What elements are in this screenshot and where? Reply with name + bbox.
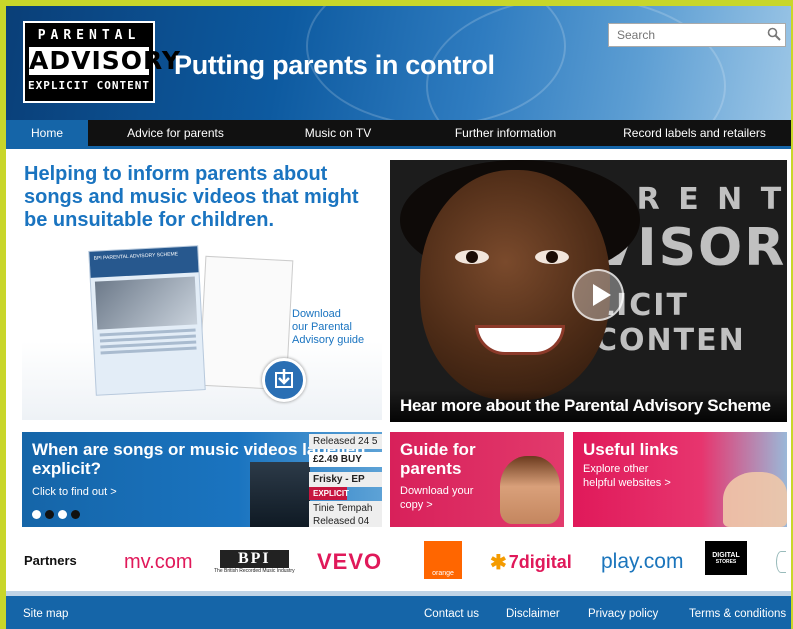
search-box[interactable] [608,23,786,47]
carousel-dots[interactable] [32,510,80,519]
carousel-dot[interactable] [32,510,41,519]
logo-line-3: EXPLICIT CONTENT [28,79,150,92]
promo-cta[interactable]: Click to find out > [32,486,117,498]
logo-line-1: PARENTAL [37,28,141,43]
artist-photo [250,462,310,527]
nav-record-labels[interactable]: Record labels and retailers [598,120,791,146]
nav-further-information[interactable]: Further information [413,120,598,146]
hero-title: Helping to inform parents about songs an… [24,163,359,231]
partner-logo-text: BPI [219,550,289,568]
partner-logo-playcom[interactable]: play.com [601,543,683,581]
nav-home[interactable]: Home [6,120,88,146]
site-header: PARENTAL ADVISORY EXPLICIT CONTENT Putti… [6,6,791,120]
partner-logo-text: play.com [601,550,684,573]
guide-cover-header: BPI PARENTAL ADVISORY SCHEME [89,246,199,278]
site-footer: Site map Contact us Disclaimer Privacy p… [6,596,791,629]
logo-line-2: ADVISORY [29,46,181,75]
download-guide-link[interactable]: Download our Parental Advisory guide [292,308,364,347]
promo-line-2[interactable]: copy > [400,498,433,512]
video-caption[interactable]: Hear more about the Parental Advisory Sc… [390,390,787,422]
nav-music-on-tv[interactable]: Music on TV [263,120,413,146]
nav-underline [6,146,791,149]
partner-logo-subtext: The British Recorded Music Industry [214,568,295,574]
carousel-dot[interactable] [45,510,54,519]
promo-line-1: Explore other [583,463,649,475]
partner-logo-text: DIGITAL [712,551,740,559]
download-line-2: our Parental [292,321,352,333]
video-backdrop-line-3: LICIT CONTEN [595,288,746,358]
partner-logo-digital-stores[interactable]: DIGITAL STORES [705,541,747,575]
price-buy-button: £2.49 BUY [309,452,382,467]
footer-link-disclaimer[interactable]: Disclaimer [506,608,560,620]
partner-logo-text: 7digital [508,551,572,572]
carousel-dot[interactable] [71,510,80,519]
guide-cover-photo [94,276,198,330]
7digital-mark-icon: ✱ [490,551,507,574]
guide-cover-image: BPI PARENTAL ADVISORY SCHEME [88,245,206,396]
download-button[interactable] [262,358,306,402]
footer-link-contact-us[interactable]: Contact us [424,608,479,620]
explicit-badge: EXPLICIT [309,487,349,500]
track-title: Frisky - EP [309,472,382,487]
partner-logo-bpi[interactable]: BPI The British Recorded Music Industry [214,543,295,581]
partner-logo-mvcom[interactable]: mv.com [124,543,193,581]
promo-line-2[interactable]: helpful websites > [583,476,671,490]
person-eye [535,250,569,264]
partner-logo-subtext: STORES [715,558,737,565]
promo-title: Guide for parents [400,440,476,478]
partner-logo-partial[interactable] [776,543,786,581]
footer-link-privacy-policy[interactable]: Privacy policy [588,608,658,620]
main-nav: Home Advice for parents Music on TV Furt… [6,120,791,146]
child-photo [500,456,560,524]
video-player[interactable]: A R E N T A VISOR LICIT CONTEN Hear more… [390,160,787,422]
download-line-1: Download [292,308,341,320]
search-icon[interactable] [767,27,781,41]
footer-link-site-map[interactable]: Site map [23,608,68,620]
download-line-3: Advisory guide [292,334,365,346]
partner-logo-vevo[interactable]: VEVO [317,543,382,581]
site-tagline: Putting parents in control [174,50,495,80]
partner-logo-partial-shape [776,551,786,573]
partner-logo-7digital[interactable]: ✱ 7digital [490,543,572,581]
hero-panel[interactable]: Helping to inform parents about songs an… [22,158,382,420]
promo-line-1: Download your [400,485,474,497]
partners-label: Partners [24,553,77,568]
release-date: Released 04 [309,514,382,527]
explicit-labelling-promo[interactable]: When are songs or music videos labelled … [22,432,382,527]
play-icon[interactable] [572,269,624,321]
search-input[interactable] [609,24,759,46]
parental-advisory-logo[interactable]: PARENTAL ADVISORY EXPLICIT CONTENT [23,21,181,103]
partner-logo-text: orange [432,570,454,577]
person-eye [455,250,489,264]
nav-advice-for-parents[interactable]: Advice for parents [88,120,263,146]
carousel-dot[interactable] [58,510,67,519]
hand-photo [723,472,787,527]
guide-for-parents-promo[interactable]: Guide for parents Download your copy > [390,432,564,527]
promo-title: Useful links [583,440,679,459]
partner-logo-orange[interactable]: orange [424,541,462,579]
download-icon [275,369,293,388]
useful-links-promo[interactable]: Useful links Explore other helpful websi… [573,432,787,527]
footer-link-terms[interactable]: Terms & conditions [689,608,786,620]
partners-strip: Partners mv.com BPI The British Recorded… [6,535,791,589]
release-date: Released 24 5 [309,434,382,449]
partner-logo-text: VEVO [317,549,383,574]
partner-logo-text: mv.com [124,550,193,573]
